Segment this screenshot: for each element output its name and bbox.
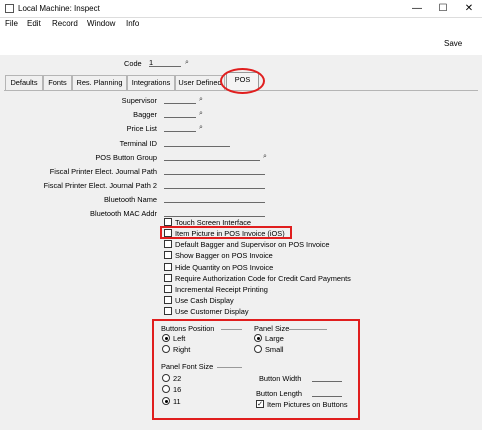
toolbar: [0, 31, 482, 55]
minimize-button[interactable]: —: [404, 0, 430, 18]
cash-display-label: Use Cash Display: [175, 296, 234, 305]
panel-size-line: [289, 329, 327, 330]
tab-defaults[interactable]: Defaults: [5, 75, 43, 90]
button-length-label: Button Length: [256, 389, 303, 398]
item-pictures-on-buttons-label: Item Pictures on Buttons: [267, 400, 348, 409]
bluetooth-mac-field[interactable]: [164, 209, 265, 217]
bluetooth-name-label: Bluetooth Name: [104, 195, 157, 204]
font-22-label: 22: [173, 374, 182, 383]
bluetooth-name-field[interactable]: [164, 195, 265, 203]
position-left-label: Left: [173, 334, 186, 343]
fiscal-journal-path-2-field[interactable]: [164, 181, 265, 189]
app-icon: [5, 4, 14, 13]
font-16-radio[interactable]: [162, 385, 170, 393]
default-bagger-checkbox[interactable]: [164, 240, 172, 248]
bagger-field[interactable]: [164, 110, 196, 118]
font-16-label: 16: [173, 385, 182, 394]
close-button[interactable]: ✕: [456, 0, 482, 18]
buttons-position-line: [221, 329, 242, 330]
save-button[interactable]: Save: [444, 39, 462, 48]
menu-file[interactable]: File: [5, 19, 18, 28]
show-bagger-checkbox[interactable]: [164, 251, 172, 259]
font-22-radio[interactable]: [162, 374, 170, 382]
button-length-field[interactable]: [312, 389, 342, 397]
bagger-label: Bagger: [133, 110, 157, 119]
supervisor-paste-icon[interactable]: ⌕: [199, 96, 207, 104]
maximize-button[interactable]: ☐: [430, 0, 456, 18]
require-auth-checkbox[interactable]: [164, 274, 172, 282]
supervisor-field[interactable]: [164, 96, 196, 104]
size-small-label: Small: [265, 345, 284, 354]
panel-size-label: Panel Size: [254, 324, 290, 333]
touch-screen-checkbox[interactable]: [164, 218, 172, 226]
menu-edit[interactable]: Edit: [27, 19, 41, 28]
code-field[interactable]: 1: [149, 59, 181, 67]
menu-record[interactable]: Record: [52, 19, 78, 28]
position-right-radio[interactable]: [162, 345, 170, 353]
hide-quantity-label: Hide Quantity on POS Invoice: [175, 263, 274, 272]
hide-quantity-checkbox[interactable]: [164, 263, 172, 271]
tab-user-defined[interactable]: User Defined: [175, 75, 225, 90]
bluetooth-mac-label: Bluetooth MAC Addr: [90, 209, 157, 218]
incremental-receipt-label: Incremental Receipt Printing: [175, 285, 268, 294]
price-list-paste-icon[interactable]: ⌕: [199, 124, 207, 132]
terminal-id-field[interactable]: [164, 139, 230, 147]
highlight-item-picture: [160, 226, 292, 239]
size-large-label: Large: [265, 334, 284, 343]
paste-special-icon[interactable]: ⌕: [185, 59, 193, 67]
pos-button-group-label: POS Button Group: [95, 153, 157, 162]
panel-font-size-label: Panel Font Size: [161, 362, 214, 371]
window-title: Local Machine: Inspect: [18, 4, 100, 13]
cash-display-checkbox[interactable]: [164, 296, 172, 304]
size-large-radio[interactable]: [254, 334, 262, 342]
font-11-label: 11: [173, 397, 181, 406]
menu-info[interactable]: Info: [126, 19, 139, 28]
supervisor-label: Supervisor: [121, 96, 157, 105]
default-bagger-label: Default Bagger and Supervisor on POS Inv…: [175, 240, 330, 249]
menu-window[interactable]: Window: [87, 19, 115, 28]
item-pictures-on-buttons-checkbox[interactable]: ✓: [256, 400, 264, 408]
fiscal-journal-path-field[interactable]: [164, 167, 265, 175]
fiscal-journal-path-2-label: Fiscal Printer Elect. Journal Path 2: [43, 181, 157, 190]
buttons-position-label: Buttons Position: [161, 324, 215, 333]
code-label: Code: [124, 59, 142, 68]
highlight-pos-tab: [220, 68, 265, 94]
price-list-field[interactable]: [164, 124, 196, 132]
incremental-receipt-checkbox[interactable]: [164, 285, 172, 293]
bagger-paste-icon[interactable]: ⌕: [199, 110, 207, 118]
position-left-radio[interactable]: [162, 334, 170, 342]
button-width-label: Button Width: [259, 374, 302, 383]
customer-display-checkbox[interactable]: [164, 307, 172, 315]
tab-fonts[interactable]: Fonts: [43, 75, 72, 90]
button-width-field[interactable]: [312, 374, 342, 382]
tab-res-planning[interactable]: Res. Planning: [72, 75, 127, 90]
terminal-id-label: Terminal ID: [119, 139, 157, 148]
panel-font-size-line: [217, 367, 242, 368]
pos-button-group-field[interactable]: [164, 153, 260, 161]
pos-button-group-paste-icon[interactable]: ⌕: [263, 153, 271, 161]
show-bagger-label: Show Bagger on POS Invoice: [175, 251, 273, 260]
customer-display-label: Use Customer Display: [175, 307, 249, 316]
position-right-label: Right: [173, 345, 191, 354]
price-list-label: Price List: [126, 124, 157, 133]
font-11-radio[interactable]: [162, 397, 170, 405]
tab-integrations[interactable]: Integrations: [127, 75, 175, 90]
require-auth-label: Require Authorization Code for Credit Ca…: [175, 274, 351, 283]
fiscal-journal-path-label: Fiscal Printer Elect. Journal Path: [49, 167, 157, 176]
size-small-radio[interactable]: [254, 345, 262, 353]
